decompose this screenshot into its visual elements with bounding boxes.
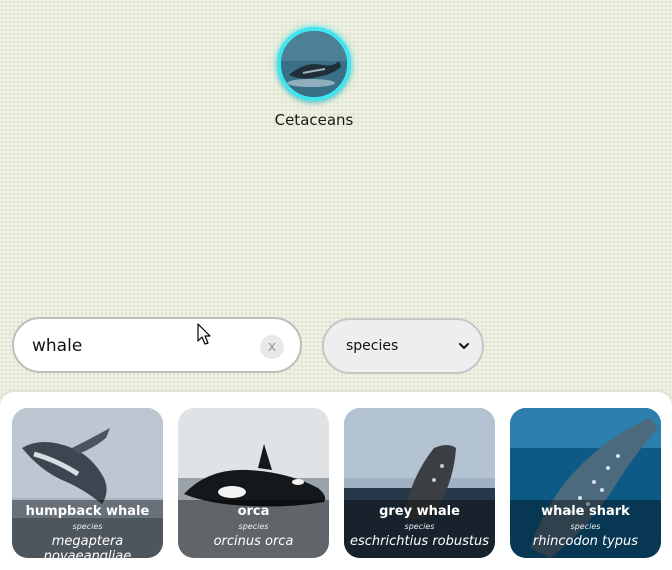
card-common-name: grey whale xyxy=(379,504,460,519)
card-common-name: whale shark xyxy=(541,504,630,519)
chevron-down-icon xyxy=(459,343,469,349)
close-icon: x xyxy=(267,339,277,355)
cetaceans-avatar[interactable] xyxy=(277,27,351,101)
search-box[interactable]: x xyxy=(12,317,302,373)
clear-search-button[interactable]: x xyxy=(260,335,284,359)
results-panel: humpback whale species megaptera novaean… xyxy=(0,392,672,570)
card-caption: humpback whale species megaptera novaean… xyxy=(12,500,163,558)
taxon-label: Cetaceans xyxy=(274,111,354,129)
card-rank: species xyxy=(404,522,435,531)
card-rank: species xyxy=(238,522,269,531)
whale-photo-icon xyxy=(281,31,347,97)
result-card-humpback-whale[interactable]: humpback whale species megaptera novaean… xyxy=(12,408,163,558)
card-common-name: humpback whale xyxy=(25,504,150,519)
result-card-orca[interactable]: orca species orcinus orca xyxy=(178,408,329,558)
mouse-cursor-icon xyxy=(197,323,211,345)
card-rank: species xyxy=(570,522,601,531)
rank-select-value: species xyxy=(346,338,399,354)
result-card-grey-whale[interactable]: grey whale species eschrichtius robustus xyxy=(344,408,495,558)
rank-select[interactable]: species xyxy=(322,318,484,374)
card-scientific-name: megaptera novaeangliae xyxy=(43,534,132,558)
card-rank: species xyxy=(72,522,103,531)
card-caption: whale shark species rhincodon typus xyxy=(510,500,661,558)
card-common-name: orca xyxy=(237,504,270,519)
card-scientific-name: eschrichtius robustus xyxy=(349,534,490,549)
result-card-whale-shark[interactable]: whale shark species rhincodon typus xyxy=(510,408,661,558)
card-caption: grey whale species eschrichtius robustus xyxy=(344,500,495,558)
search-input[interactable] xyxy=(32,329,252,363)
card-caption: orca species orcinus orca xyxy=(178,500,329,558)
card-scientific-name: orcinus orca xyxy=(213,534,294,549)
card-scientific-name: rhincodon typus xyxy=(532,534,639,549)
selected-taxon-node[interactable]: Cetaceans xyxy=(264,27,364,129)
